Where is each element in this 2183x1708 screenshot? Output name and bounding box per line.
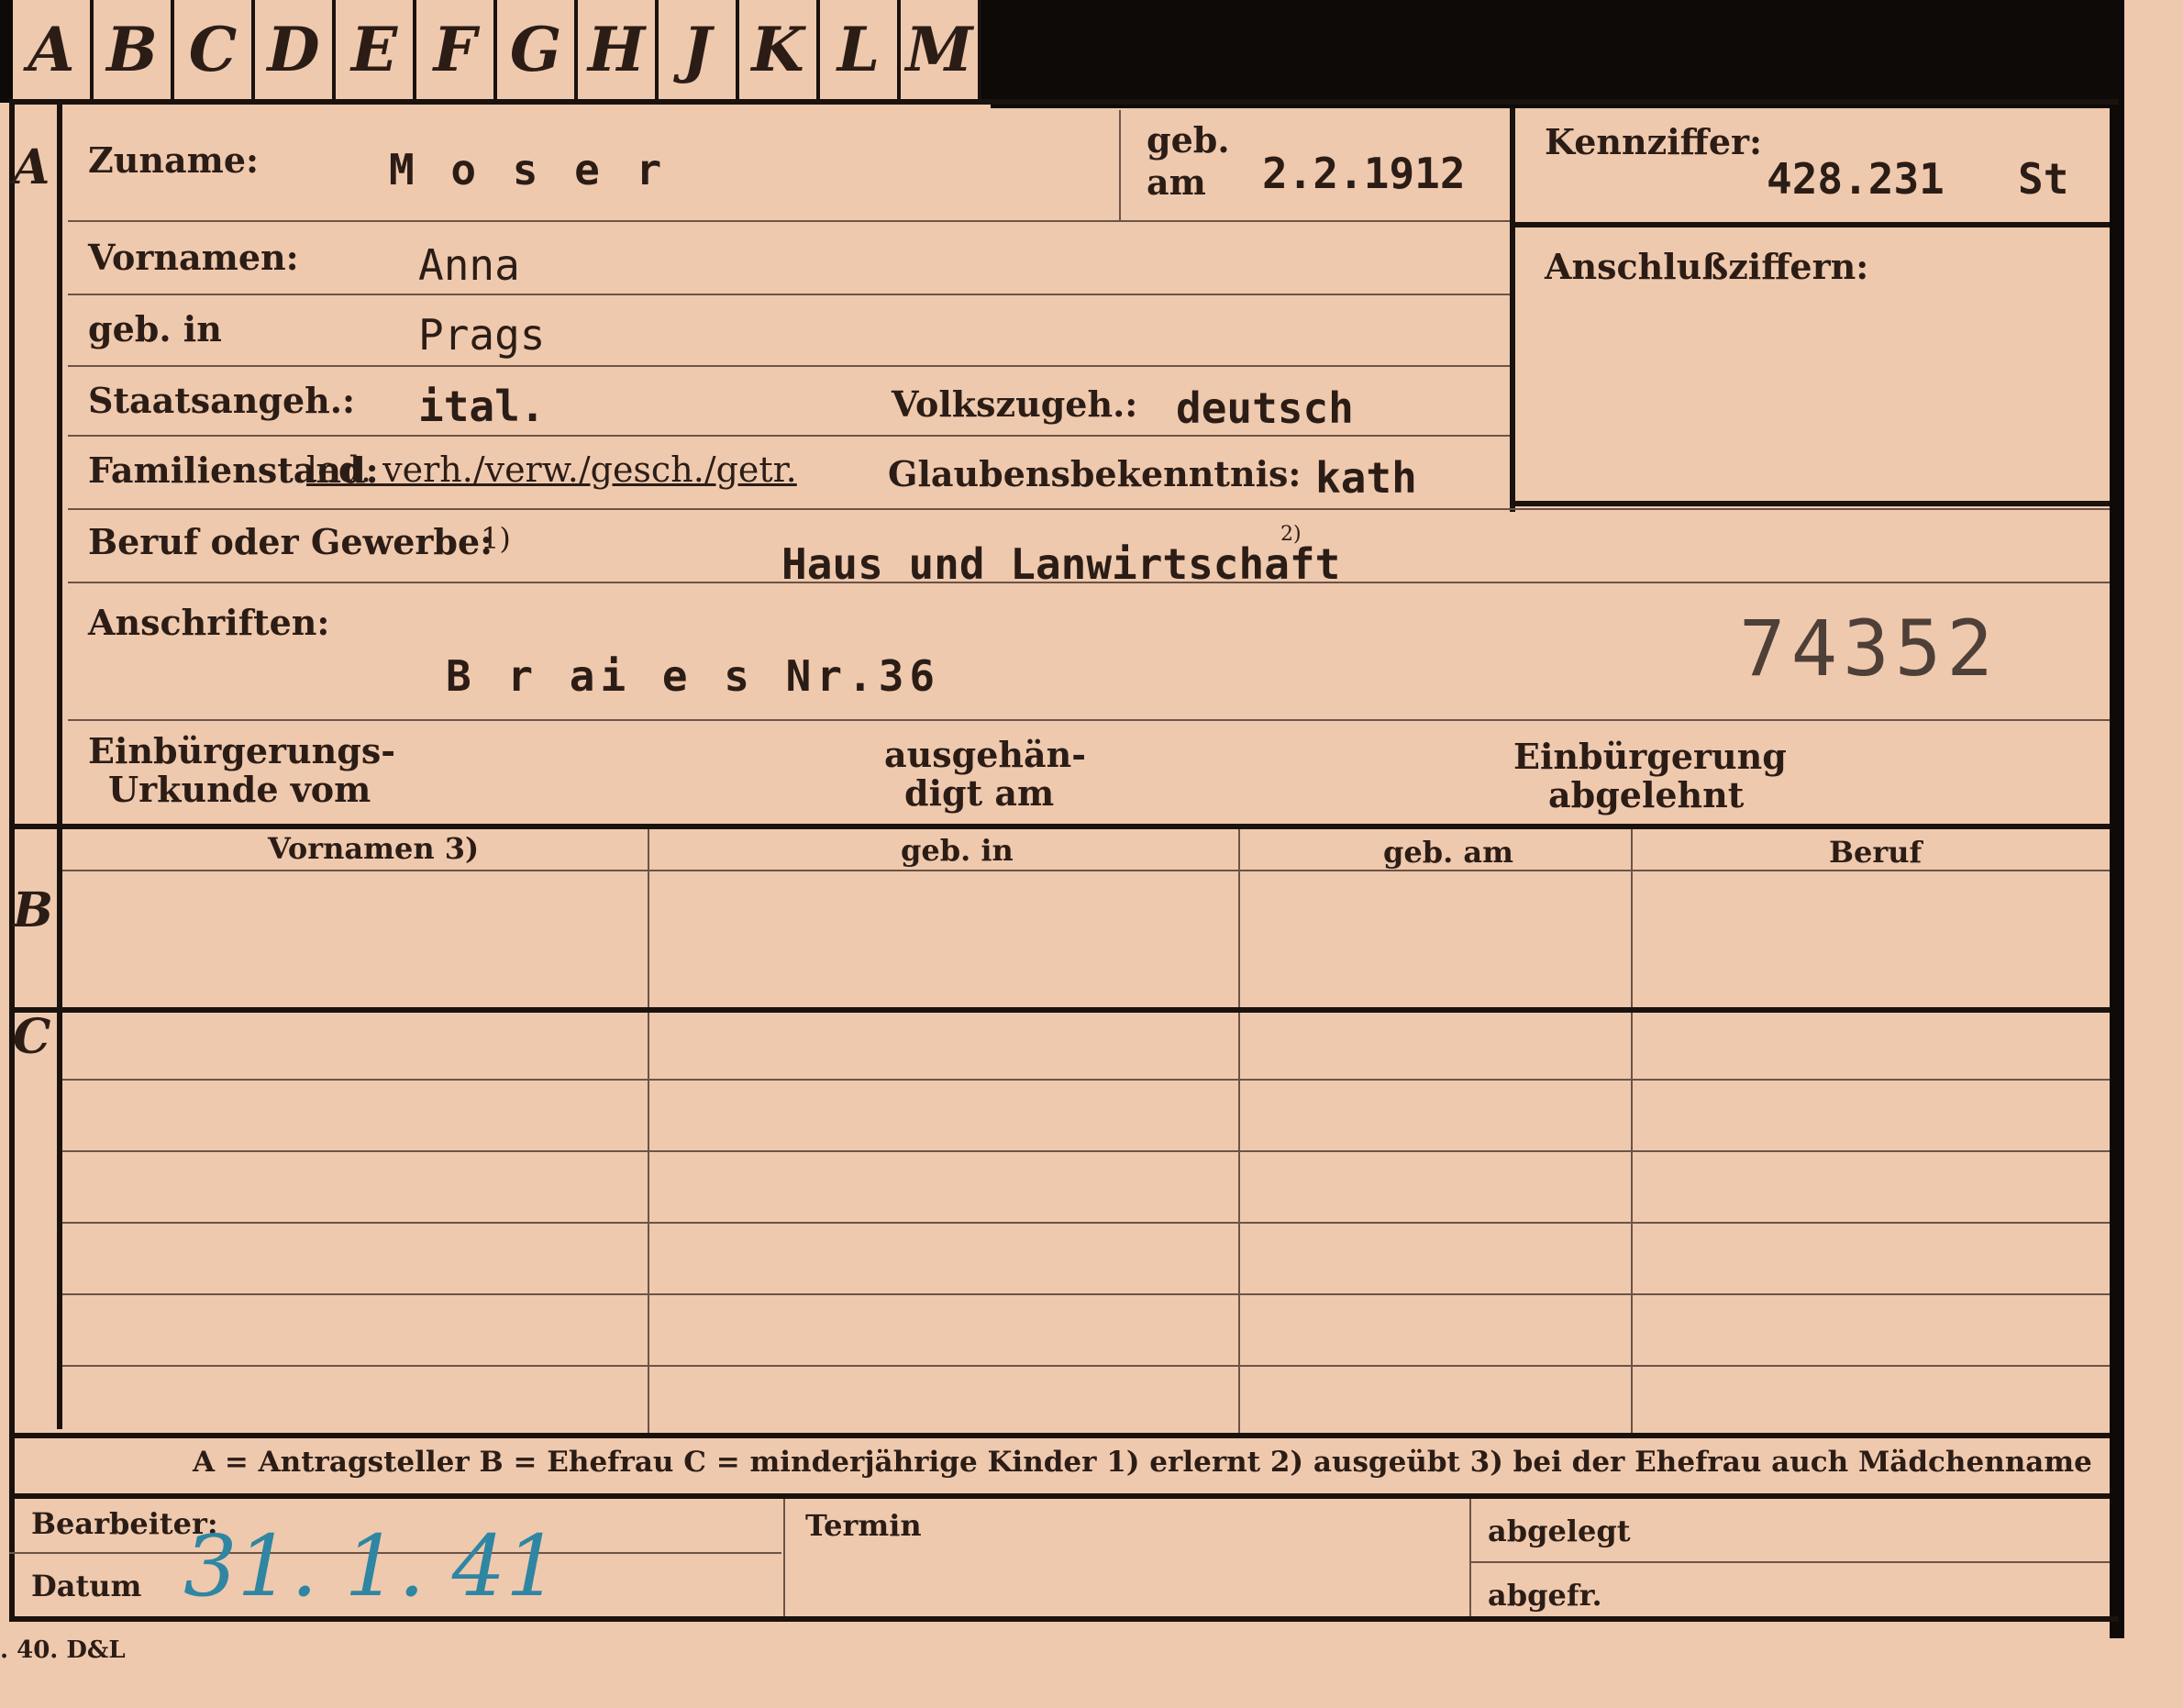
zuname-label: Zuname: [88,139,260,181]
card-bottom-border [9,1616,2119,1622]
background-right-edge [2110,108,2124,1638]
geb-am-label-1: geb. [1147,119,1230,161]
card-top-border [9,99,2119,105]
tab-a[interactable]: A [13,0,94,99]
row-line-4 [68,435,1510,437]
row-line-3 [68,365,1510,367]
datum-handwritten: 31. 1. 41 [183,1517,560,1615]
row-line-6 [68,582,2110,583]
ausgehaendigt-label-2: digt am [904,772,1055,814]
col-divider-3 [1631,829,1633,1436]
tab-g[interactable]: G [497,0,578,99]
c-row-line-1 [62,1079,2110,1081]
c-row-line-4 [62,1293,2110,1295]
legend-text: A = Antragsteller B = Ehefrau C = minder… [193,1446,2092,1479]
volkszugeh-value: deutsch [1176,383,1354,433]
termin-label: Termin [805,1508,922,1543]
staatsangeh-value: ital. [418,382,546,431]
tab-k[interactable]: K [739,0,820,99]
vornamen-label: Vornamen: [88,237,299,278]
section-a-letter: A [13,139,50,195]
card-left-border [9,99,15,1622]
section-c-top-border [9,1007,2110,1013]
zuname-value: M o s e r [389,145,668,194]
row-line-5 [68,508,2110,510]
ausgehaendigt-label-1: ausgehän- [884,734,1087,775]
col-divider-2 [1238,829,1240,1436]
tab-j[interactable]: J [659,0,739,99]
anschrift-value: B r ai e s Nr.36 [446,651,941,701]
header-underline [62,870,2110,871]
tab-c[interactable]: C [174,0,255,99]
einb-abgelehnt-label-2: abgelehnt [1548,774,1745,815]
c-row-line-2 [62,1150,2110,1152]
termin-divider [783,1499,785,1616]
anschriften-label: Anschriften: [88,602,330,643]
tab-h[interactable]: H [578,0,659,99]
background-top-right [991,0,2183,108]
c-row-line-5 [62,1365,2110,1367]
einb-urkunde-label-2: Urkunde vom [108,769,371,810]
section-b-letter: B [13,882,53,938]
row-line-7 [68,719,2110,721]
tab-f[interactable]: F [416,0,497,99]
kennziffer-label: Kennziffer: [1545,121,1763,162]
glaubensbekenntnis-value: kath [1315,453,1417,503]
row-line-1 [68,220,1510,222]
beruf-label: Beruf oder Gewerbe: [88,521,493,562]
row-line-2 [68,294,1510,295]
section-bc-divider [57,824,62,1429]
tab-e[interactable]: E [336,0,416,99]
section-b-top-border [9,824,2110,829]
legend-top-border [9,1433,2110,1438]
col-beruf-header: Beruf [1829,835,1923,870]
kennziffer-bottom-border [1510,222,2110,227]
tab-d[interactable]: D [255,0,336,99]
glaubensbekenntnis-label: Glaubensbekenntnis: [888,453,1302,494]
familienstand-options: led. verh./verw./gesch./getr. [306,449,797,490]
staatsangeh-label: Staatsangeh.: [88,380,356,421]
datum-label: Datum [31,1569,142,1603]
kennziffer-left-border [1510,108,1515,512]
abgelegt-label: abgelegt [1488,1514,1631,1548]
stamp-number: 74352 [1739,604,1999,693]
col-vornamen-header: Vornamen 3) [268,831,480,866]
abgelegt-underline [1471,1561,2110,1563]
printer-mark: . 40. D&L [0,1636,126,1664]
geb-am-value: 2.2.1912 [1262,149,1466,198]
section-c-letter: C [13,1009,51,1065]
col-geb-in-header: geb. in [901,833,1014,868]
vornamen-value: Anna [418,240,520,290]
tab-b[interactable]: B [94,0,174,99]
geb-in-label: geb. in [88,308,222,349]
tab-m[interactable]: M [901,0,981,99]
legend-bottom-border [9,1493,2110,1499]
volkszugeh-label: Volkszugeh.: [892,383,1138,425]
background-right [2124,0,2183,1708]
abgelegt-divider [1469,1499,1471,1616]
anschluss-bottom-border [1510,501,2110,506]
geb-am-divider [1119,110,1121,222]
kennziffer-suffix: St [2018,154,2069,204]
anschlussziffern-label: Anschlußziffern: [1545,246,1869,287]
col-geb-am-header: geb. am [1383,835,1513,870]
geb-am-label-2: am [1147,161,1206,203]
c-row-line-3 [62,1222,2110,1224]
tab-l[interactable]: L [820,0,901,99]
einb-abgelehnt-label-1: Einbürgerung [1513,736,1787,777]
col-divider-1 [648,829,649,1436]
abgefr-label: abgefr. [1488,1578,1602,1613]
geb-in-value: Prags [418,310,546,360]
kennziffer-value: 428.231 [1767,154,1945,204]
beruf-footnote-1: 1) [481,521,511,556]
einb-urkunde-label-1: Einbürgerungs- [88,730,396,771]
